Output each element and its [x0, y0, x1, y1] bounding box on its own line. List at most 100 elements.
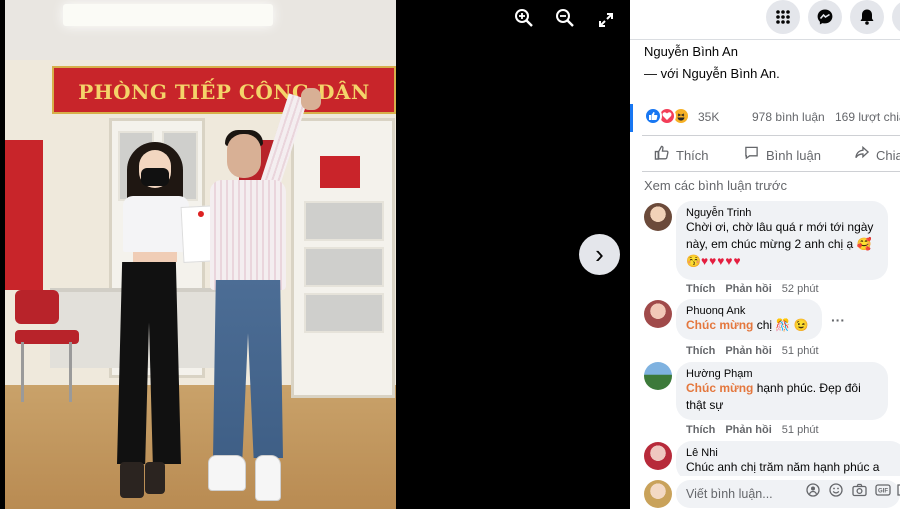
comment-actions: Thích Phản hồi 51 phút [686, 424, 829, 436]
camera-icon[interactable] [852, 483, 867, 500]
comment-author[interactable]: Nguyễn Trinh [686, 207, 878, 219]
like-icon [644, 107, 662, 125]
red-chair [15, 290, 85, 402]
gif-icon[interactable]: GIF [875, 483, 891, 500]
woman-shoe-right [145, 462, 165, 494]
comment-actions: Thích Phản hồi 52 phút [686, 283, 829, 295]
comment-author[interactable]: Lê Nhi [686, 447, 896, 459]
comment-like-link[interactable]: Thích [686, 345, 715, 357]
comment-text-line: Chời ơi, chờ lâu quá r mới tới ngày [686, 220, 874, 234]
comment-text-line: thật sự [686, 398, 724, 412]
top-navigation [630, 0, 900, 36]
view-previous-comments-link[interactable]: Xem các bình luận trước [644, 178, 787, 193]
comment-time[interactable]: 52 phút [782, 283, 819, 295]
thumbs-up-icon [654, 145, 672, 163]
office-banner-text: PHÒNG TIẾP CÔNG DÂN [78, 80, 370, 104]
comment-composer: Viết bình luận... GIF [630, 476, 900, 509]
post-photo: PHÒNG TIẾP CÔNG DÂN [5, 0, 396, 509]
tag-prefix: — với [644, 66, 683, 81]
zoom-in-icon[interactable] [510, 8, 538, 36]
emoji-icon[interactable] [829, 483, 843, 500]
man-head [227, 134, 261, 178]
woman-top [123, 196, 189, 252]
comment-icon [744, 145, 762, 163]
next-photo-button[interactable]: › [579, 234, 620, 275]
red-flag [5, 140, 43, 290]
divider [642, 171, 900, 172]
comment-reply-link[interactable]: Phản hồi [725, 424, 771, 436]
comment-text-rest: hạnh phúc. Đẹp đôi [753, 381, 861, 395]
like-button[interactable]: Thích [654, 145, 709, 163]
comment-text: Chúc mừng hạnh phúc. Đẹp đôi thật sự [686, 380, 878, 414]
share-count[interactable]: 169 lượt chia [835, 110, 900, 124]
share-button[interactable]: Chia [854, 145, 900, 163]
comment-bubble: Hường Phạm Chúc mừng hạnh phúc. Đẹp đôi … [676, 362, 888, 420]
man-fist [301, 88, 321, 110]
comment-input-placeholder: Viết bình luận... [686, 487, 773, 501]
comment-like-link[interactable]: Thích [686, 424, 715, 436]
tagged-person[interactable]: Nguyễn Bình An [682, 66, 776, 81]
share-label: Chia [876, 148, 900, 163]
share-icon [854, 145, 872, 163]
man-shirt [210, 180, 286, 290]
comment-text: Chúc anh chị trăm năm hạnh phúc a [686, 460, 880, 474]
office-banner: PHÒNG TIẾP CÔNG DÂN [52, 66, 396, 114]
comment-reply-link[interactable]: Phản hồi [725, 345, 771, 357]
comment-bubble: Lê Nhi Chúc anh chị trăm năm hạnh phúc a [676, 441, 900, 481]
avatar-sticker-icon[interactable] [806, 483, 820, 500]
notification-bell-icon[interactable] [850, 0, 884, 34]
man-sneaker-left [208, 455, 246, 491]
avatar[interactable] [644, 480, 672, 508]
comment-time[interactable]: 51 phút [782, 345, 819, 357]
woman-shoe-left [120, 462, 144, 498]
comment-text-line: Chúc mừng hạnh phúc. Đẹp đôi [686, 380, 878, 397]
man-sneaker-right [255, 455, 281, 501]
comment-actions: Thích Phản hồi 51 phút [686, 345, 829, 357]
avatar[interactable] [644, 442, 672, 470]
divider [642, 135, 900, 136]
divider [630, 39, 900, 40]
emoji: 😚 [686, 254, 701, 268]
hearts-emoji: ♥♥♥♥♥ [700, 254, 742, 268]
sticker-icon[interactable] [896, 483, 900, 500]
comment-options-icon[interactable]: ··· [831, 312, 845, 328]
avatar[interactable] [644, 362, 672, 390]
post-author[interactable]: Nguyễn Bình An [644, 44, 738, 59]
floor [5, 385, 396, 509]
ceiling-light [63, 4, 273, 26]
photo-viewer-page: PHÒNG TIẾP CÔNG DÂN › Nguyễn Bình An — v… [0, 0, 900, 509]
avatar[interactable] [644, 300, 672, 328]
account-icon[interactable] [892, 0, 900, 34]
tag-suffix: . [776, 66, 780, 81]
post-side-panel: Nguyễn Bình An — với Nguyễn Bình An. 35K… [630, 0, 900, 509]
comment-reply-link[interactable]: Phản hồi [725, 283, 771, 295]
face-mask [141, 168, 169, 186]
comment-text: Chúc mừng chị 🎊 😉 [686, 317, 812, 334]
comment-time[interactable]: 51 phút [782, 424, 819, 436]
comment-author[interactable]: Hường Phạm [686, 368, 878, 380]
comment-text: Chời ơi, chờ lâu quá r mới tới ngày này,… [686, 219, 878, 270]
comment-button[interactable]: Bình luận [744, 145, 821, 163]
comment-text-line: 😚♥♥♥♥♥ [686, 253, 878, 270]
reaction-count[interactable]: 35K [698, 110, 719, 124]
comment-count[interactable]: 978 bình luận [752, 110, 825, 124]
comment-like-link[interactable]: Thích [686, 283, 715, 295]
comment-text-rest: chị 🎊 😉 [753, 318, 809, 332]
fullscreen-icon[interactable] [592, 8, 620, 36]
messenger-icon[interactable] [808, 0, 842, 34]
comment-text-line: này, em chúc mừng 2 anh chị ạ 🥰 [686, 237, 872, 251]
woman-midriff [133, 252, 177, 262]
photo-viewer: PHÒNG TIẾP CÔNG DÂN › [0, 0, 630, 509]
highlight-text: Chúc mừng [686, 381, 754, 395]
comment-label: Bình luận [766, 148, 821, 163]
comment-author[interactable]: Phuonq Ank [686, 305, 812, 317]
menu-grid-icon[interactable] [766, 0, 800, 34]
focus-indicator [630, 104, 633, 132]
like-label: Thích [676, 148, 709, 163]
comment-bubble: Nguyễn Trinh Chời ơi, chờ lâu quá r mới … [676, 201, 888, 280]
tagged-line: — với Nguyễn Bình An. [644, 66, 780, 81]
avatar[interactable] [644, 203, 672, 231]
svg-text:GIF: GIF [878, 489, 888, 495]
zoom-out-icon[interactable] [551, 8, 579, 36]
notice-poster [320, 156, 360, 188]
